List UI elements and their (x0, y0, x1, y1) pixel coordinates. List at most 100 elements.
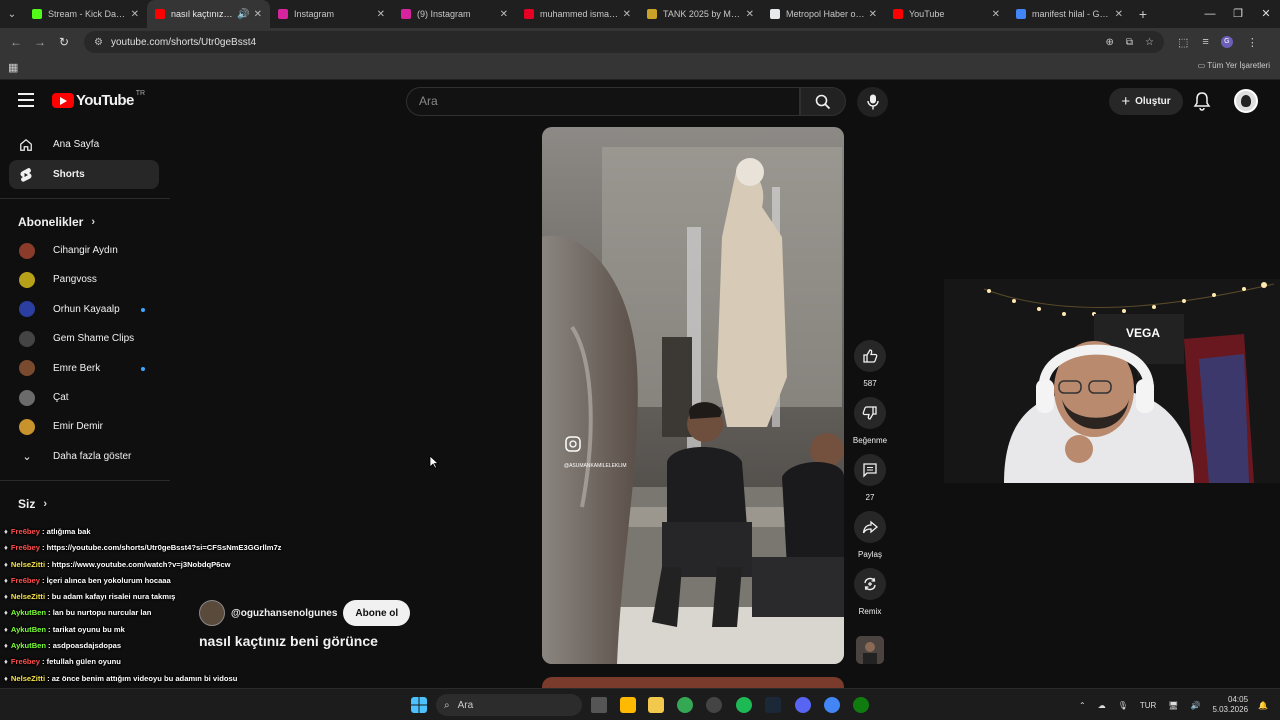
bookmark-star-icon[interactable]: ☆ (1145, 37, 1154, 48)
tab-close-icon[interactable]: ✕ (254, 9, 262, 20)
zoom-icon[interactable]: ⊕ (1106, 37, 1114, 48)
taskbar-search-label: Ara (457, 699, 474, 711)
share-button[interactable]: Paylaş (852, 511, 888, 559)
tab-close-icon[interactable]: ✕ (623, 9, 631, 20)
sidebar-subscription-item[interactable]: Çat (9, 383, 159, 412)
task-view-icon[interactable] (591, 697, 607, 713)
profile-avatar[interactable]: G (1220, 36, 1233, 48)
browser-tab[interactable]: muhammed ismail g ✕ (516, 0, 639, 28)
sidebar-subscription-item[interactable]: Pangvoss (9, 265, 159, 294)
install-app-icon[interactable]: ⧉ (1126, 37, 1133, 48)
voice-search-button[interactable] (857, 87, 888, 117)
chat-message: ♦ NelseZitti: az önce benim attığım video… (4, 671, 304, 687)
remix-icon (854, 568, 886, 600)
show-more-button[interactable]: ⌄ Daha fazla göster (9, 442, 159, 471)
short-title[interactable]: nasıl kaçtınız beni görünce (199, 633, 378, 649)
minimize-icon[interactable]: — (1196, 0, 1224, 28)
chrome-active-icon[interactable] (824, 697, 840, 713)
file-explorer-icon[interactable] (620, 697, 636, 713)
notifications-bell-icon[interactable] (1193, 91, 1211, 116)
browser-tab[interactable]: nasıl kaçtınız ben 🔊 ✕ (147, 0, 270, 28)
tab-close-icon[interactable]: ✕ (746, 9, 754, 20)
tab-close-icon[interactable]: ✕ (500, 9, 508, 20)
site-info-icon[interactable]: ⚙ (94, 37, 103, 48)
hamburger-menu-icon[interactable] (18, 93, 34, 107)
browser-tab[interactable]: Instagram ✕ (270, 0, 393, 28)
chat-username: NelseZitti (10, 559, 46, 569)
omnibox[interactable]: ⚙ youtube.com/shorts/Utr0geBsst4 ⊕ ⧉ ☆ (84, 31, 1164, 53)
chevron-right-icon: › (91, 216, 96, 228)
tab-close-icon[interactable]: ✕ (131, 9, 139, 20)
browser-tab[interactable]: manifest hilal - Goog ✕ (1008, 0, 1131, 28)
browser-tab[interactable]: Metropol Haber on X ✕ (762, 0, 885, 28)
browser-tab[interactable]: TANK 2025 by MUHA ✕ (639, 0, 762, 28)
sidebar-item-shorts[interactable]: Shorts (9, 160, 159, 189)
reload-icon[interactable]: ↻ (52, 35, 76, 49)
steam-icon[interactable] (765, 697, 781, 713)
xbox-icon[interactable] (853, 697, 869, 713)
browser-tab[interactable]: YouTube ✕ (885, 0, 1008, 28)
spotify-icon[interactable] (736, 697, 752, 713)
chat-message: ♦ NelseZitti: https://www.youtube.com/wat… (4, 557, 304, 573)
search-button[interactable] (800, 87, 846, 116)
tab-close-icon[interactable]: ✕ (377, 9, 385, 20)
subscriptions-heading[interactable]: Abonelikler › (18, 215, 95, 229)
account-avatar[interactable] (1234, 89, 1258, 113)
mic-tray-icon[interactable]: 🎙 (1118, 701, 1128, 710)
channel-name[interactable]: @oguzhansenolgunes (231, 608, 337, 619)
sidebar-subscription-item[interactable]: Emir Demir (9, 412, 159, 441)
chat-username: Fre6bey (10, 657, 41, 667)
cloud-icon[interactable]: ☁ (1098, 701, 1106, 710)
folder-icon[interactable] (648, 697, 664, 713)
chevron-up-icon[interactable]: ⌃ (1079, 701, 1086, 710)
create-button[interactable]: + Oluştur (1109, 88, 1183, 115)
you-heading[interactable]: Siz › (18, 497, 47, 511)
obs-icon[interactable] (706, 697, 722, 713)
tab-close-icon[interactable]: ✕ (992, 9, 1000, 20)
language-indicator[interactable]: TUR (1140, 701, 1156, 710)
discord-icon[interactable] (795, 697, 811, 713)
tab-search-chevron-icon[interactable]: ⌄ (0, 0, 24, 28)
like-button[interactable]: 587 (852, 340, 888, 388)
browser-tab[interactable]: Stream - Kick Dashbo ✕ (24, 0, 147, 28)
back-icon[interactable]: ← (4, 35, 28, 49)
maximize-icon[interactable]: ❐ (1224, 0, 1252, 28)
sidebar-subscription-item[interactable]: Emre Berk (9, 354, 159, 383)
taskbar-search[interactable]: ⌕ Ara (436, 694, 582, 716)
chat-badge-icon: ♦ (4, 592, 8, 602)
tab-close-icon[interactable]: ✕ (1115, 9, 1123, 20)
tab-audio-icon[interactable]: 🔊 (237, 9, 249, 20)
remix-button[interactable]: Remix (852, 568, 888, 616)
browser-tab[interactable]: (9) Instagram ✕ (393, 0, 516, 28)
youtube-logo[interactable]: YouTube TR (52, 90, 145, 109)
search-input[interactable]: Ara (406, 87, 800, 116)
network-icon[interactable]: 🖥 (1168, 701, 1178, 710)
windows-start-icon[interactable] (411, 697, 427, 713)
sidebar-subscription-item[interactable]: Orhun Kayaalp (9, 295, 159, 324)
sidebar-subscription-item[interactable]: Gem Shame Clips (9, 324, 159, 353)
tab-favicon-icon (1016, 9, 1026, 19)
close-window-icon[interactable]: ✕ (1252, 0, 1280, 28)
tab-favicon-icon (155, 9, 165, 19)
comments-button[interactable]: 27 (852, 454, 888, 502)
sound-thumbnail[interactable] (856, 636, 884, 664)
volume-icon[interactable]: 🔊 (1190, 701, 1200, 710)
chrome-icon[interactable] (677, 697, 693, 713)
forward-icon[interactable]: → (28, 35, 52, 49)
short-video-player[interactable]: @ASUMANKAMILELEKLIM (542, 127, 844, 664)
media-controls-icon[interactable]: ≡ (1202, 36, 1208, 48)
browser-tab-strip: ⌄ Stream - Kick Dashbo✕nasıl kaçtınız be… (0, 0, 1280, 28)
extensions-icon[interactable]: ⬚ (1178, 36, 1188, 49)
chrome-menu-icon[interactable]: ⋮ (1247, 36, 1258, 49)
dislike-button[interactable]: Beğenme (852, 397, 888, 445)
all-bookmarks-button[interactable]: ▭ Tüm Yer İşaretleri (1198, 61, 1270, 70)
new-tab-button[interactable]: + (1131, 6, 1155, 22)
clock[interactable]: 04:05 5.03.2026 (1212, 695, 1248, 715)
notification-icon[interactable]: 🔔 (1258, 701, 1268, 710)
channel-avatar[interactable] (199, 600, 225, 626)
tab-close-icon[interactable]: ✕ (869, 9, 877, 20)
sidebar-subscription-item[interactable]: Cihangir Aydın (9, 236, 159, 265)
apps-grid-icon[interactable]: ▦ (8, 61, 18, 74)
sidebar-item-home[interactable]: Ana Sayfa (9, 130, 159, 159)
subscribe-button[interactable]: Abone ol (343, 600, 411, 626)
